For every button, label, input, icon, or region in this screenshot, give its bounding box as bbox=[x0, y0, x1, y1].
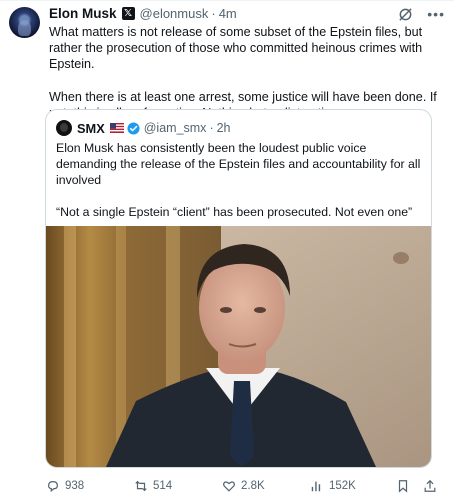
author-name[interactable]: Elon Musk bbox=[49, 6, 117, 21]
tweet-text: What matters is not release of some subs… bbox=[49, 25, 437, 120]
timestamp[interactable]: 4m bbox=[219, 6, 237, 21]
separator-dot: · bbox=[211, 5, 216, 21]
views-icon bbox=[311, 481, 321, 492]
share-button[interactable] bbox=[423, 476, 437, 496]
like-button[interactable]: 2.8K bbox=[222, 476, 265, 496]
quote-text: Elon Musk has consistently been the loud… bbox=[56, 141, 421, 235]
bookmark-icon bbox=[398, 480, 408, 493]
tweet-top-icons: ••• bbox=[398, 6, 445, 22]
quote-header: SMX @iam_smx · 2h bbox=[56, 120, 231, 136]
avatar[interactable] bbox=[9, 7, 40, 38]
quote-avatar[interactable] bbox=[56, 120, 72, 136]
share-icon bbox=[424, 479, 436, 492]
views-button[interactable]: 152K bbox=[310, 476, 356, 496]
like-count: 2.8K bbox=[241, 480, 265, 492]
reply-button[interactable]: 938 bbox=[46, 476, 84, 496]
quote-photo[interactable] bbox=[46, 226, 431, 467]
tweet-header: Elon Musk 𝕏 @elonmusk · 4m bbox=[49, 4, 237, 22]
heart-icon bbox=[223, 481, 235, 492]
quote-timestamp[interactable]: 2h bbox=[217, 121, 231, 135]
reply-icon bbox=[48, 481, 58, 493]
bookmark-button[interactable] bbox=[396, 476, 410, 496]
tweet[interactable]: Elon Musk 𝕏 @elonmusk · 4m ••• What matt… bbox=[0, 0, 454, 503]
author-handle[interactable]: @elonmusk bbox=[140, 6, 209, 21]
more-icon[interactable]: ••• bbox=[427, 6, 445, 22]
repost-count: 514 bbox=[153, 480, 173, 492]
quote-separator-dot: · bbox=[209, 121, 214, 135]
reply-count: 938 bbox=[65, 480, 85, 492]
grok-icon[interactable] bbox=[398, 7, 413, 22]
blue-verified-icon bbox=[127, 121, 140, 135]
repost-button[interactable]: 514 bbox=[134, 476, 172, 496]
quoted-tweet[interactable]: SMX @iam_smx · 2h Elon Musk has consiste… bbox=[45, 109, 432, 468]
repost-icon bbox=[135, 480, 147, 492]
quote-author-name[interactable]: SMX bbox=[77, 121, 105, 136]
x-badge-icon: 𝕏 bbox=[121, 6, 135, 20]
us-flag-icon bbox=[109, 123, 124, 133]
quote-author-handle[interactable]: @iam_smx bbox=[144, 121, 207, 135]
tweet-actions: 938 514 2.8K 152K bbox=[46, 476, 446, 496]
top-divider bbox=[0, 0, 454, 1]
views-count: 152K bbox=[329, 480, 356, 492]
